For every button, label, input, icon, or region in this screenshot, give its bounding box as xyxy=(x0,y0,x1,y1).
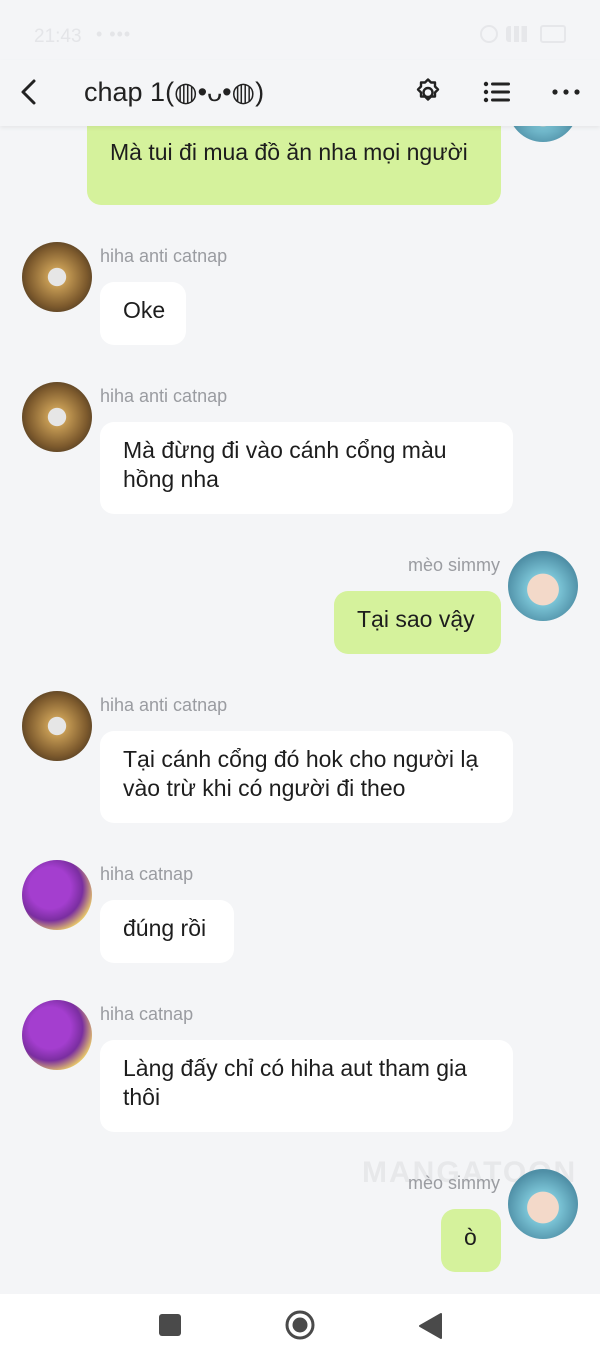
status-time: 21:43 xyxy=(34,26,82,47)
message-bubble[interactable]: Mà tui đi mua đồ ăn nha mọi người xyxy=(87,126,501,205)
message-bubble[interactable]: đúng rồi xyxy=(100,900,234,963)
list-icon[interactable] xyxy=(481,75,513,109)
message-bubble[interactable]: Làng đấy chỉ có hiha aut tham gia thôi xyxy=(100,1040,513,1132)
sender-name: hiha catnap xyxy=(100,864,194,884)
avatar[interactable] xyxy=(22,860,92,930)
system-nav-bar xyxy=(0,1294,600,1367)
recent-apps-icon[interactable] xyxy=(159,1314,181,1336)
avatar[interactable] xyxy=(22,382,92,452)
message-bubble[interactable]: ò xyxy=(441,1209,501,1272)
avatar[interactable] xyxy=(508,126,578,142)
message-bubble[interactable]: Tại sao vậy xyxy=(334,591,501,654)
sender-name: hiha catnap xyxy=(100,1004,194,1024)
avatar[interactable] xyxy=(508,1169,578,1239)
signal-icon xyxy=(506,26,532,42)
avatar[interactable] xyxy=(508,551,578,621)
message-bubble[interactable]: Mà đừng đi vào cánh cổng màu hồng nha xyxy=(100,422,513,514)
sender-name: mèo simmy xyxy=(407,555,500,575)
more-options-icon[interactable] xyxy=(550,75,582,109)
notification-icons: • ••• xyxy=(96,24,132,44)
battery-icon xyxy=(540,25,566,43)
chat-header: chap 1(◍•ᴗ•◍) xyxy=(0,60,600,126)
moon-icon xyxy=(480,25,498,43)
home-icon[interactable] xyxy=(284,1309,316,1341)
page-title: chap 1(◍•ᴗ•◍) xyxy=(84,77,265,107)
nav-back-icon[interactable] xyxy=(417,1312,443,1340)
sender-name: hiha anti catnap xyxy=(100,695,228,715)
message-bubble[interactable]: Oke xyxy=(100,282,186,345)
sender-name: hiha anti catnap xyxy=(100,246,228,266)
system-icons xyxy=(480,25,566,43)
back-arrow-icon[interactable] xyxy=(14,76,46,108)
message-bubble[interactable]: Tại cánh cổng đó hok cho người lạ vào tr… xyxy=(100,731,513,823)
avatar[interactable] xyxy=(22,691,92,761)
sender-name: mèo simmy xyxy=(407,1173,500,1193)
avatar[interactable] xyxy=(22,1000,92,1070)
gear-icon[interactable] xyxy=(412,75,444,109)
avatar[interactable] xyxy=(22,242,92,312)
chat-list[interactable]: Mà tui đi mua đồ ăn nha mọi người hiha a… xyxy=(0,126,600,1294)
sender-name: hiha anti catnap xyxy=(100,386,228,406)
